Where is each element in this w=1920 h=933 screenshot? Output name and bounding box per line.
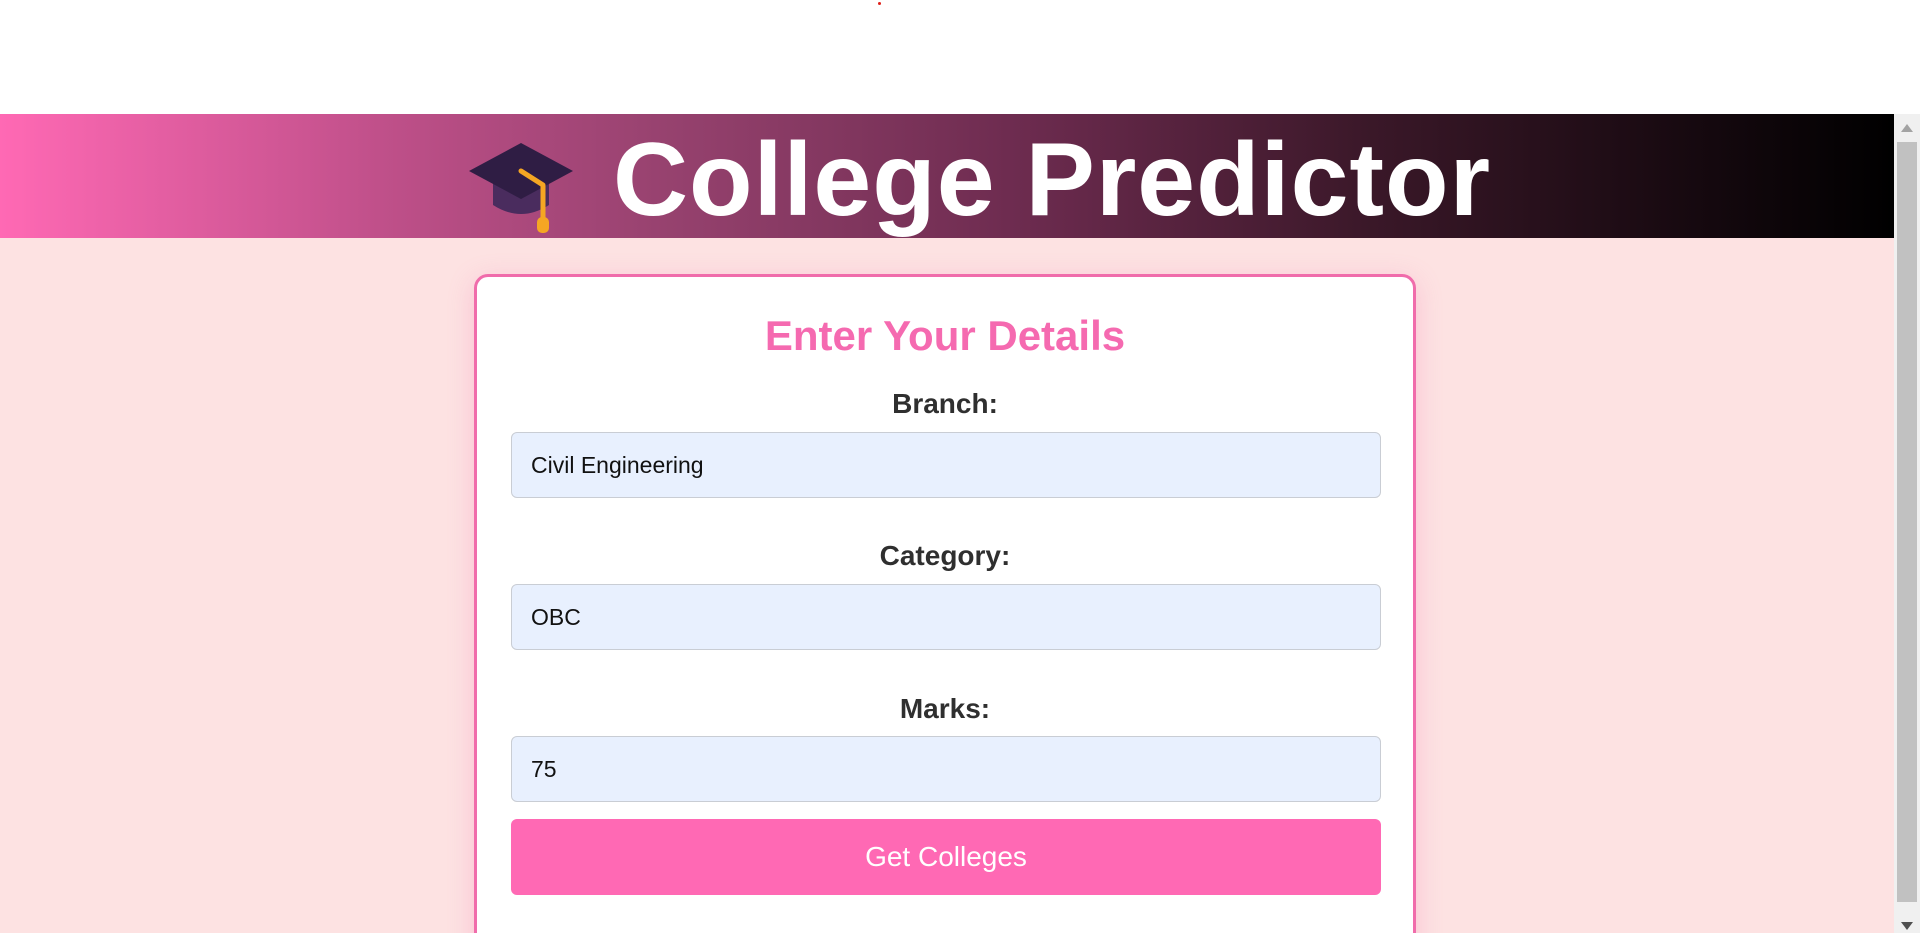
vertical-scrollbar[interactable] [1894, 114, 1920, 933]
branch-label: Branch: [892, 388, 998, 419]
header-content: College Predictor [467, 127, 1491, 233]
marks-input[interactable] [511, 736, 1381, 802]
form-title: Enter Your Details [764, 312, 1126, 359]
scroll-up-icon[interactable] [1901, 124, 1913, 132]
page-title: College Predictor [612, 122, 1492, 238]
get-colleges-button[interactable]: Get Colleges [511, 819, 1381, 895]
details-form-card: Enter Your Details Branch: Category: Mar… [474, 274, 1416, 933]
indicator-dot [878, 2, 881, 5]
browser-screen: College Predictor Enter Your Details Bra… [0, 0, 1920, 933]
graduation-cap-icon [467, 137, 575, 233]
branch-input[interactable] [511, 432, 1381, 498]
scroll-thumb[interactable] [1897, 142, 1917, 902]
category-label: Category: [879, 540, 1011, 571]
marks-label: Marks: [899, 693, 991, 724]
scroll-down-icon[interactable] [1901, 922, 1913, 930]
page-header: College Predictor [0, 114, 1894, 238]
category-input[interactable] [511, 584, 1381, 650]
page-viewport: College Predictor Enter Your Details Bra… [0, 114, 1894, 933]
